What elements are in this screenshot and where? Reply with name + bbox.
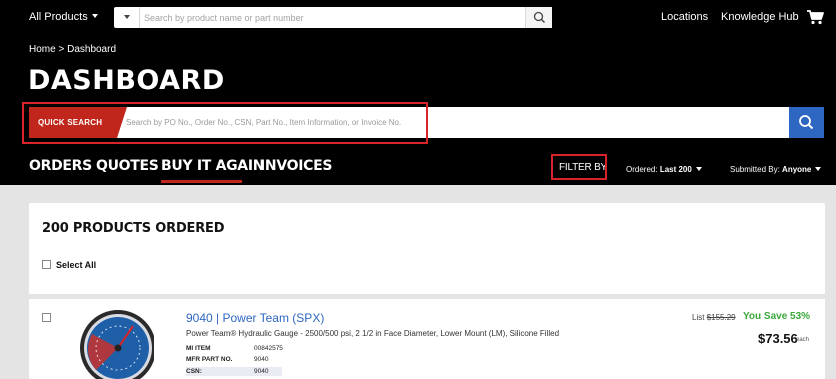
cart-icon[interactable] — [806, 9, 824, 25]
select-all-label[interactable]: Select All — [56, 260, 96, 270]
all-products-menu[interactable]: All Products — [29, 11, 98, 23]
search-icon — [533, 11, 545, 23]
dashboard-header: Home > Dashboard DASHBOARD QUICK SEARCH … — [0, 35, 836, 185]
product-title-separator: | — [212, 311, 223, 325]
spec-value-csn: 9040 — [254, 368, 269, 375]
ordered-filter-dropdown[interactable]: Ordered: Last 200 — [626, 165, 702, 174]
chevron-down-icon — [815, 167, 822, 171]
spec-label-csn: CSN: — [186, 368, 202, 375]
top-nav-bar: All Products Locations Knowledge Hub — [0, 0, 836, 35]
product-checkbox[interactable] — [42, 313, 51, 322]
product-search-input[interactable] — [144, 7, 514, 28]
filter-by-highlight — [551, 154, 607, 180]
tab-invoices[interactable]: INVOICES — [260, 158, 332, 174]
tab-orders[interactable]: ORDERS — [29, 158, 92, 174]
breadcrumb-home[interactable]: Home — [29, 44, 56, 55]
list-price-value: $155.29 — [706, 313, 736, 322]
price-unit: each — [796, 337, 810, 343]
breadcrumb-separator: > — [58, 44, 65, 55]
search-button[interactable] — [525, 7, 552, 28]
submitted-by-dropdown[interactable]: Submitted By: Anyone — [730, 165, 822, 174]
you-save-badge: You Save 53% — [743, 311, 811, 322]
product-title[interactable]: 9040 | Power Team (SPX) — [186, 311, 324, 325]
products-count-title: 200 PRODUCTS ORDERED — [42, 221, 225, 236]
spec-value-mi-item: 00842575 — [254, 345, 283, 352]
product-brand[interactable]: Power Team (SPX) — [223, 311, 325, 325]
quick-search-button[interactable] — [789, 107, 824, 138]
list-price: List $155.29 — [692, 313, 736, 322]
all-products-label: All Products — [29, 11, 88, 23]
search-icon — [799, 115, 814, 130]
tab-quotes[interactable]: QUOTES — [96, 158, 159, 174]
tab-buy-it-again[interactable]: BUY IT AGAIN — [161, 158, 264, 174]
search-category-dropdown[interactable] — [114, 7, 140, 28]
spec-label-mi-item: MI ITEM — [186, 345, 211, 352]
product-image[interactable] — [78, 308, 154, 379]
page-title: DASHBOARD — [28, 65, 225, 96]
breadcrumb: Home > Dashboard — [29, 44, 116, 55]
active-tab-indicator — [161, 180, 242, 183]
ordered-filter-label: Ordered: — [626, 165, 658, 174]
list-price-label: List — [692, 313, 705, 322]
submitted-by-value: Anyone — [782, 165, 812, 174]
product-price: $73.56 — [758, 331, 798, 346]
ordered-filter-value: Last 200 — [659, 165, 692, 174]
product-search-box — [114, 7, 552, 28]
spec-value-mfr-part: 9040 — [254, 356, 269, 363]
quick-search-highlight — [22, 102, 428, 144]
submitted-by-label: Submitted By: — [730, 165, 780, 174]
locations-link[interactable]: Locations — [661, 11, 708, 23]
knowledge-hub-link[interactable]: Knowledge Hub — [721, 11, 799, 23]
select-all-checkbox[interactable] — [42, 260, 51, 269]
product-description: Power Team® Hydraulic Gauge - 2500/500 p… — [186, 329, 560, 338]
chevron-down-icon — [91, 14, 98, 18]
product-part-number[interactable]: 9040 — [186, 311, 213, 325]
chevron-down-icon — [695, 167, 702, 171]
breadcrumb-current: Dashboard — [67, 44, 117, 55]
spec-label-mfr-part: MFR PART NO. — [186, 356, 233, 363]
divider — [29, 294, 825, 299]
